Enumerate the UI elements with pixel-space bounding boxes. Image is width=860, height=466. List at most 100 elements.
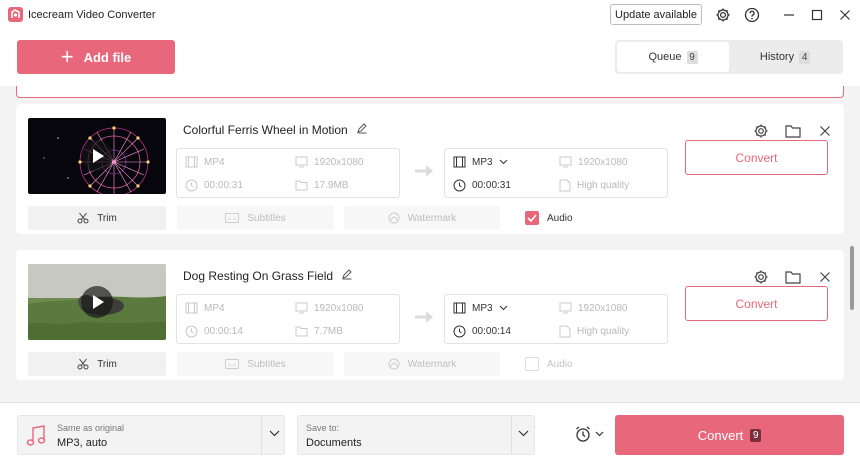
target-resolution: 1920x1080 xyxy=(559,156,628,168)
video-thumbnail[interactable] xyxy=(28,118,166,194)
target-settings[interactable]: MP3 1920x1080 00:00:14 High quality xyxy=(444,294,668,344)
item-actions xyxy=(752,268,834,286)
watermark-icon xyxy=(388,358,400,370)
source-info: MP4 1920x1080 00:00:14 7.7MB xyxy=(176,294,400,344)
target-format-dropdown[interactable]: MP3 xyxy=(453,156,508,168)
minimize-icon[interactable] xyxy=(780,6,798,24)
monitor-icon xyxy=(295,302,308,314)
audio-checkbox[interactable]: Audio xyxy=(525,206,585,230)
queue-count-badge: 9 xyxy=(686,50,698,64)
folder-small-icon xyxy=(295,326,308,337)
convert-all-label: Convert xyxy=(697,427,744,443)
convert-item-button[interactable]: Convert xyxy=(685,140,828,175)
source-format: MP4 xyxy=(185,156,225,168)
output-format-dropdown[interactable]: Same as original MP3, auto xyxy=(17,415,285,455)
item-title-text: Dog Resting On Grass Field xyxy=(183,268,334,283)
save-caption: Save to: xyxy=(306,423,340,433)
item-settings-icon[interactable] xyxy=(752,122,770,140)
dropdown-separator xyxy=(261,416,262,454)
item-title-text: Colorful Ferris Wheel in Motion xyxy=(183,122,348,137)
target-settings[interactable]: MP3 1920x1080 00:00:31 High quality xyxy=(444,148,668,198)
toolbar: + Add file Queue 9 History 4 xyxy=(0,30,860,86)
settings-icon[interactable] xyxy=(714,6,732,24)
save-to-dropdown[interactable]: Save to: Documents xyxy=(297,415,535,455)
clock-icon xyxy=(453,179,466,192)
edit-icon[interactable] xyxy=(341,268,353,283)
add-file-label: Add file xyxy=(83,49,132,65)
video-thumbnail[interactable] xyxy=(28,264,166,340)
clock-icon xyxy=(185,325,198,338)
clock-icon xyxy=(453,325,466,338)
subtitles-icon xyxy=(225,213,240,223)
source-info: MP4 1920x1080 00:00:31 17.9MB xyxy=(176,148,400,198)
target-resolution: 1920x1080 xyxy=(559,302,628,314)
source-duration: 00:00:14 xyxy=(185,325,243,338)
save-value: Documents xyxy=(306,437,362,449)
film-icon xyxy=(185,302,198,314)
target-duration: 00:00:31 xyxy=(453,179,511,192)
monitor-icon xyxy=(559,156,572,168)
checkbox-checked-icon[interactable] xyxy=(525,211,539,225)
scissors-icon xyxy=(77,212,89,224)
convert-item-button[interactable]: Convert xyxy=(685,286,828,321)
play-icon[interactable] xyxy=(81,286,113,318)
remove-item-icon[interactable] xyxy=(816,268,834,286)
edit-icon[interactable] xyxy=(356,122,368,137)
checkbox-unchecked-icon[interactable] xyxy=(525,357,539,371)
arrow-right-icon xyxy=(415,165,433,177)
folder-icon[interactable] xyxy=(784,268,802,286)
tab-history[interactable]: History 4 xyxy=(729,42,841,72)
alarm-icon xyxy=(576,426,590,442)
scissors-icon xyxy=(77,358,89,370)
play-icon[interactable] xyxy=(81,140,113,172)
dropdown-separator xyxy=(511,416,512,454)
trim-button[interactable]: Trim xyxy=(28,206,166,230)
subtitles-button[interactable]: Subtitles xyxy=(177,352,334,376)
item-title: Dog Resting On Grass Field xyxy=(183,268,353,283)
convert-count-badge: 9 xyxy=(750,428,762,442)
update-available-button[interactable]: Update available xyxy=(610,4,702,25)
file-icon xyxy=(559,179,571,192)
chevron-down-icon[interactable] xyxy=(518,430,529,437)
queue-list: Colorful Ferris Wheel in Motion MP4 1920… xyxy=(0,86,860,402)
format-value: MP3, auto xyxy=(57,437,108,449)
maximize-icon[interactable] xyxy=(808,6,826,24)
monitor-icon xyxy=(559,302,572,314)
tab-queue[interactable]: Queue 9 xyxy=(617,42,729,72)
previous-item-card xyxy=(16,86,844,98)
watermark-button[interactable]: Watermark xyxy=(344,352,500,376)
schedule-button[interactable] xyxy=(574,425,604,443)
item-settings-icon[interactable] xyxy=(752,268,770,286)
subtitles-button[interactable]: Subtitles xyxy=(177,206,334,230)
footer-bar: Same as original MP3, auto Save to: Docu… xyxy=(0,402,860,466)
folder-small-icon xyxy=(295,180,308,191)
close-icon[interactable] xyxy=(836,6,854,24)
queue-item: Colorful Ferris Wheel in Motion MP4 1920… xyxy=(16,104,844,234)
audio-checkbox[interactable]: Audio xyxy=(525,352,585,376)
target-format-dropdown[interactable]: MP3 xyxy=(453,302,508,314)
item-title: Colorful Ferris Wheel in Motion xyxy=(183,122,368,137)
folder-icon[interactable] xyxy=(784,122,802,140)
source-format: MP4 xyxy=(185,302,225,314)
music-icon xyxy=(26,425,46,446)
arrow-right-icon xyxy=(415,311,433,323)
app-logo-icon xyxy=(8,7,23,22)
help-icon[interactable] xyxy=(743,6,761,24)
scrollbar[interactable] xyxy=(850,246,854,310)
target-duration: 00:00:14 xyxy=(453,325,511,338)
target-quality: High quality xyxy=(559,325,629,338)
watermark-button[interactable]: Watermark xyxy=(344,206,500,230)
chevron-down-icon[interactable] xyxy=(269,430,280,437)
format-caption: Same as original xyxy=(57,423,125,433)
source-resolution: 1920x1080 xyxy=(295,156,364,168)
trim-button[interactable]: Trim xyxy=(28,352,166,376)
history-count-badge: 4 xyxy=(799,50,811,64)
source-size: 7.7MB xyxy=(295,325,343,337)
add-file-button[interactable]: + Add file xyxy=(17,40,175,74)
source-duration: 00:00:31 xyxy=(185,179,243,192)
convert-all-button[interactable]: Convert 9 xyxy=(615,415,844,455)
chevron-down-icon xyxy=(499,159,507,165)
plus-icon: + xyxy=(60,44,74,69)
title-bar: Icecream Video Converter Update availabl… xyxy=(0,0,860,30)
remove-item-icon[interactable] xyxy=(816,122,834,140)
